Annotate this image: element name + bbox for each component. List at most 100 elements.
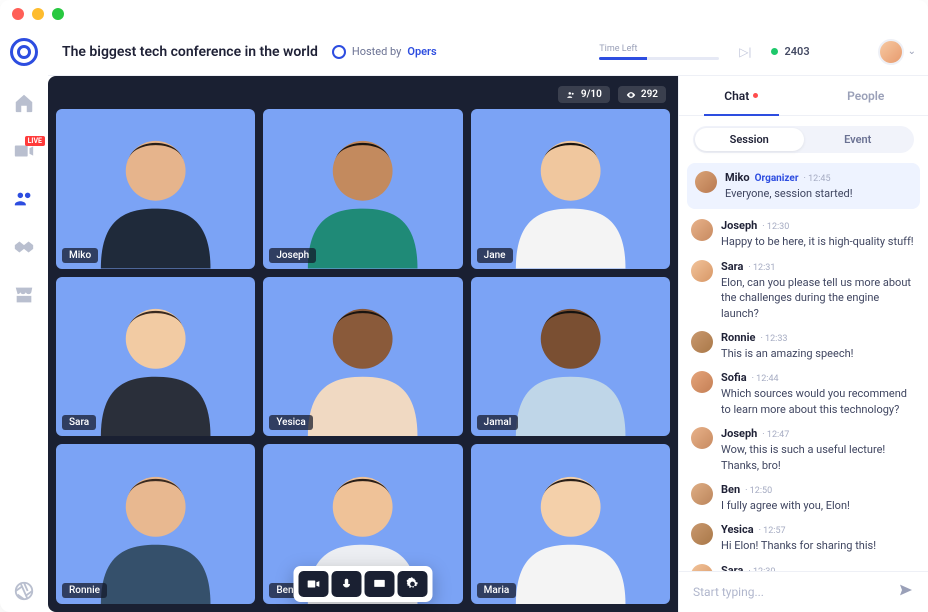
video-stage: 9/10 292 Miko xyxy=(48,76,678,612)
chat-message: Miko Organizer · 12:45 Everyone, session… xyxy=(687,163,920,209)
side-nav: LIVE xyxy=(0,28,48,612)
participant-video xyxy=(471,277,670,437)
participant-count: 9/10 xyxy=(581,89,602,100)
message-author: Sofia xyxy=(721,371,747,384)
store-icon xyxy=(13,284,35,306)
nav-home[interactable] xyxy=(13,92,35,114)
video-grid: Miko Joseph Jane Sara xyxy=(56,109,670,604)
toggle-camera-button[interactable] xyxy=(299,571,329,597)
message-author: Ronnie xyxy=(721,331,755,344)
video-tile[interactable]: Jamal xyxy=(471,277,670,437)
message-time: · 12:47 xyxy=(762,430,789,440)
message-author: Ben xyxy=(721,483,740,496)
time-left: Time Left xyxy=(599,44,719,60)
minimize-window-dot[interactable] xyxy=(32,8,44,20)
message-author: Yesica xyxy=(721,523,754,536)
subtab-session[interactable]: Session xyxy=(695,128,804,151)
message-time: · 12:30 xyxy=(762,222,789,232)
mic-icon xyxy=(340,577,354,591)
participant-name-tag: Yesica xyxy=(269,415,312,430)
chat-composer xyxy=(679,571,928,612)
participant-video xyxy=(56,277,255,437)
message-text: Wow, this is such a useful lecture! Than… xyxy=(721,442,916,473)
participant-name-tag: Joseph xyxy=(269,248,316,263)
total-viewers: 2403 xyxy=(771,45,809,58)
message-text: Everyone, session started! xyxy=(725,186,912,201)
chat-input[interactable] xyxy=(693,585,888,599)
tab-people[interactable]: People xyxy=(804,76,928,115)
aperture-icon xyxy=(13,580,35,602)
message-avatar xyxy=(691,564,713,571)
author-role-badge: Organizer xyxy=(755,173,799,184)
video-tile[interactable]: Ronnie xyxy=(56,444,255,604)
user-menu[interactable]: ⌄ xyxy=(878,39,916,65)
participant-count-pill: 9/10 xyxy=(558,86,610,103)
users-icon xyxy=(566,90,576,100)
tab-chat-label: Chat xyxy=(724,89,749,103)
user-avatar xyxy=(878,39,904,65)
participant-name-tag: Jamal xyxy=(477,415,519,430)
subtab-event[interactable]: Event xyxy=(804,128,913,151)
stage-controls xyxy=(294,566,433,602)
maximize-window-dot[interactable] xyxy=(52,8,64,20)
side-panel: Chat People Session Event Miko Organizer… xyxy=(678,76,928,612)
message-author: Joseph xyxy=(721,427,757,440)
nav-handshake[interactable] xyxy=(13,236,35,258)
video-tile[interactable]: Jane xyxy=(471,109,670,269)
time-left-label: Time Left xyxy=(599,44,719,54)
message-avatar xyxy=(691,219,713,241)
participant-video xyxy=(263,277,462,437)
host-name-link[interactable]: Opers xyxy=(407,45,436,58)
message-avatar xyxy=(691,427,713,449)
message-avatar xyxy=(691,483,713,505)
send-button[interactable] xyxy=(898,582,914,602)
message-text: Happy to be here, it is high-quality stu… xyxy=(721,234,916,249)
participant-video xyxy=(471,444,670,604)
chat-message: Ben · 12:50 I fully agree with you, Elon… xyxy=(691,483,916,513)
video-tile[interactable]: Maria xyxy=(471,444,670,604)
nav-store[interactable] xyxy=(13,284,35,306)
video-tile[interactable]: Miko xyxy=(56,109,255,269)
toggle-mic-button[interactable] xyxy=(332,571,362,597)
close-window-dot[interactable] xyxy=(12,8,24,20)
share-screen-button[interactable] xyxy=(365,571,395,597)
message-author: Sara xyxy=(721,260,743,273)
skip-forward-button[interactable]: ▷| xyxy=(733,45,757,59)
hosted-prefix: Hosted by xyxy=(352,45,401,58)
time-left-bar xyxy=(599,57,719,60)
video-tile[interactable]: Yesica xyxy=(263,277,462,437)
video-tile[interactable]: Sara xyxy=(56,277,255,437)
page-title: The biggest tech conference in the world xyxy=(62,44,318,60)
message-time: · 12:45 xyxy=(804,174,831,184)
message-time: · 12:44 xyxy=(752,374,779,384)
handshake-icon xyxy=(13,236,35,258)
message-avatar xyxy=(691,523,713,545)
video-tile[interactable]: Joseph xyxy=(263,109,462,269)
nav-settings-aperture[interactable] xyxy=(13,580,35,602)
host-icon xyxy=(332,45,346,59)
participant-name-tag: Sara xyxy=(62,415,96,430)
header-bar: The biggest tech conference in the world… xyxy=(48,28,928,76)
message-text: Elon, can you please tell us more about … xyxy=(721,275,916,321)
tab-people-label: People xyxy=(847,89,884,103)
camera-icon xyxy=(307,577,321,591)
chat-messages[interactable]: Miko Organizer · 12:45 Everyone, session… xyxy=(679,163,928,571)
message-author: Sara xyxy=(721,564,743,571)
participant-name-tag: Miko xyxy=(62,248,98,263)
participant-video xyxy=(56,444,255,604)
message-avatar xyxy=(691,260,713,282)
nav-community[interactable] xyxy=(13,188,35,210)
participant-name-tag: Ronnie xyxy=(62,583,107,598)
message-author: Joseph xyxy=(721,219,757,232)
tab-chat[interactable]: Chat xyxy=(679,76,804,115)
eye-icon xyxy=(626,90,636,100)
watch-count: 292 xyxy=(641,89,658,100)
stage-settings-button[interactable] xyxy=(398,571,428,597)
nav-live[interactable]: LIVE xyxy=(13,140,35,162)
chat-message: Joseph · 12:30 Happy to be here, it is h… xyxy=(691,219,916,249)
chevron-down-icon: ⌄ xyxy=(908,46,916,57)
people-icon xyxy=(13,188,35,210)
message-author: Miko xyxy=(725,171,750,184)
chat-message: Sofia · 12:44 Which sources would you re… xyxy=(691,371,916,417)
message-avatar xyxy=(691,371,713,393)
